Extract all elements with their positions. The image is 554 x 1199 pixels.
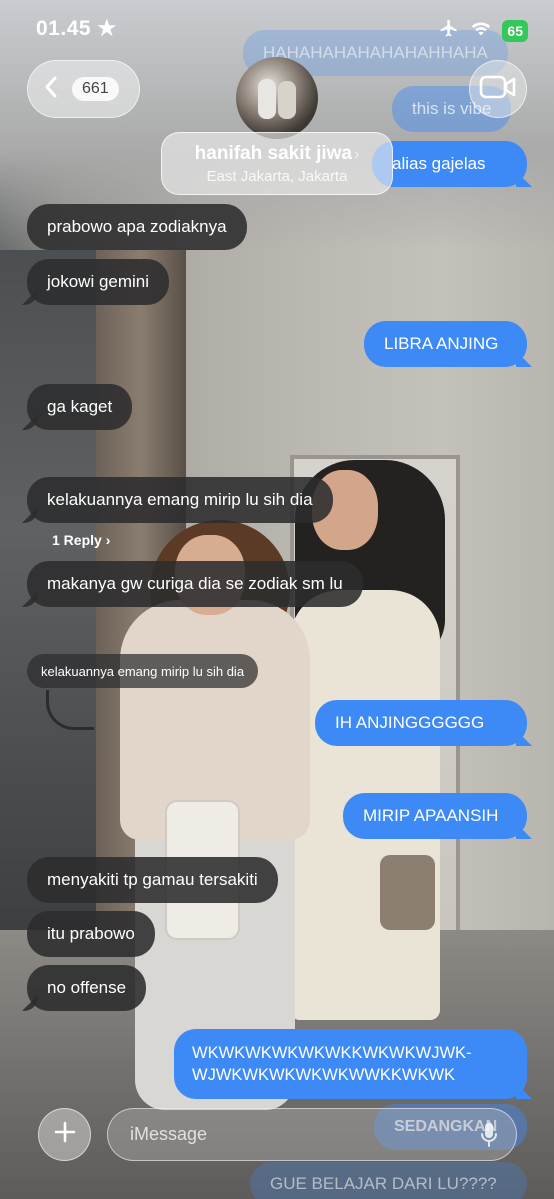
message-input[interactable]	[107, 1108, 517, 1161]
message-line: WJWKWKWKWKWKWWKKWKWK	[192, 1066, 456, 1084]
mic-icon[interactable]	[480, 1122, 498, 1153]
chevron-left-icon	[44, 76, 58, 103]
back-button[interactable]: 661	[27, 60, 140, 118]
video-icon	[479, 74, 517, 105]
message-incoming[interactable]: kelakuannya emang mirip lu sih dia	[27, 477, 333, 523]
star-icon: ★	[97, 17, 117, 40]
message-outgoing[interactable]: IH ANJINGGGGGG	[315, 700, 527, 746]
message-incoming[interactable]: no offense	[27, 965, 147, 1011]
contact-location: East Jakarta, Jakarta	[206, 168, 348, 185]
message-incoming[interactable]: ga kaget	[27, 384, 133, 430]
status-time: 01.45 ★	[36, 17, 117, 40]
contact-name: hanifah sakit jiwa	[194, 143, 352, 164]
quoted-reply-preview[interactable]: kelakuannya emang mirip lu sih dia	[27, 654, 259, 688]
message-incoming[interactable]: menyakiti tp gamau tersakiti	[27, 857, 278, 903]
chevron-right-icon: ›	[105, 532, 111, 548]
status-bar: 01.45 ★ 65	[0, 0, 554, 60]
plus-icon	[54, 1121, 76, 1148]
message-outgoing[interactable]: MIRIP APAANSIH	[343, 793, 527, 839]
facetime-video-button[interactable]	[469, 60, 527, 118]
message-incoming[interactable]: jokowi gemini	[27, 259, 170, 305]
contact-avatar[interactable]	[236, 57, 318, 139]
message-incoming[interactable]: makanya gw curiga dia se zodiak sm lu	[27, 561, 363, 607]
wifi-icon	[470, 19, 492, 42]
battery-icon: 65	[502, 19, 528, 42]
message-outgoing[interactable]: WKWKWKWKWKWKKWKWKWJWK- WJWKWKWKWKWKWWKKW…	[174, 1029, 527, 1099]
unread-count-badge: 661	[72, 77, 119, 101]
contact-header[interactable]: hanifah sakit jiwa › East Jakarta, Jakart…	[161, 132, 393, 195]
apps-plus-button[interactable]	[38, 1108, 91, 1161]
message-outgoing-faded: GUE BELAJAR DARI LU????	[250, 1162, 527, 1199]
thread-reply-link[interactable]: 1 Reply ›	[52, 532, 110, 548]
message-outgoing[interactable]: alias gajelas	[372, 141, 527, 187]
message-outgoing[interactable]: LIBRA ANJING	[364, 321, 527, 367]
airplane-icon	[438, 18, 460, 43]
message-incoming[interactable]: itu prabowo	[27, 911, 155, 957]
message-line: WKWKWKWKWKWKKWKWKWJWK-	[192, 1044, 472, 1062]
chevron-right-icon: ›	[354, 146, 360, 163]
message-incoming[interactable]: prabowo apa zodiaknya	[27, 204, 247, 250]
